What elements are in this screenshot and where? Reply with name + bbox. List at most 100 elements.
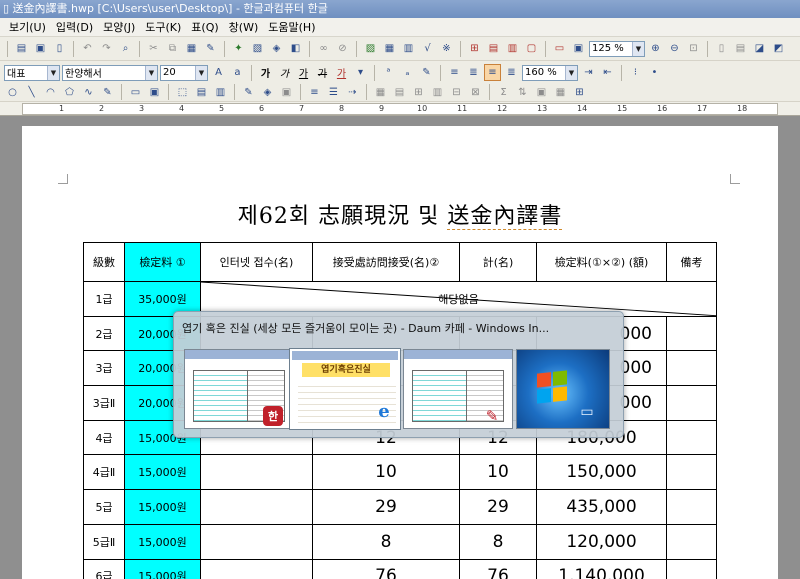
shape-icon[interactable]: ◧ [287,40,304,57]
copy-icon[interactable]: ⧉ [164,40,181,57]
cell-note[interactable] [666,454,717,491]
cell-visit[interactable]: 29 [312,489,460,525]
ungroup-icon[interactable]: ▥ [212,84,229,101]
fit-page-icon[interactable]: ⊡ [685,40,702,57]
shrink-font-icon[interactable]: a [229,64,246,81]
macro-icon[interactable]: ◪ [751,40,768,57]
zoom-select[interactable]: 125 % ▼ [589,40,645,57]
cell-grade[interactable]: 6급 [83,558,125,579]
header-note[interactable]: 備考 [666,242,717,282]
header-online[interactable]: 인터넷 접수(名) [200,242,313,282]
link-icon[interactable]: ∞ [315,40,332,57]
cell-grade[interactable]: 3급 [83,350,125,387]
line-color-icon[interactable]: ✎ [240,84,257,101]
footer-icon[interactable]: ▥ [504,40,521,57]
window-title-bar[interactable]: ▯ 送金內譯書.hwp [C:\Users\user\Desktop\] - 한… [0,0,800,18]
cell-visit[interactable]: 10 [312,454,460,491]
chevron-down-icon[interactable]: ▼ [632,41,644,56]
line-style-icon[interactable]: ≡ [306,84,323,101]
cell-total[interactable]: 8 [459,523,537,560]
symbol-icon[interactable]: ※ [438,40,455,57]
cell-note[interactable] [666,558,717,579]
strikethrough-icon[interactable]: 가 [314,64,331,81]
view-icon[interactable]: ▣ [570,40,587,57]
style-icon[interactable]: ✦ [230,40,247,57]
subscript-icon[interactable]: ₐ [399,64,416,81]
cell-fee[interactable]: 15,000원 [124,454,201,491]
cell-total[interactable]: 29 [459,489,537,525]
cell-note[interactable] [666,315,717,352]
cell-split-icon[interactable]: ▤ [391,84,408,101]
chevron-down-icon[interactable]: ▼ [565,65,577,80]
group-icon[interactable]: ▤ [193,84,210,101]
monitor-icon[interactable]: ▭ [551,40,568,57]
print-icon[interactable]: ▤ [13,40,30,57]
thumbnail-daum-cafe-window[interactable]: 엽기혹은진실 e [290,349,400,429]
cell-amount[interactable]: 1,140,000 [536,558,667,579]
cell-visit[interactable]: 76 [312,558,460,579]
superscript-icon[interactable]: ᵃ [380,64,397,81]
print-preview-icon[interactable]: ▣ [32,40,49,57]
calc-icon[interactable]: ▣ [533,84,550,101]
cell-fill-icon[interactable]: ▥ [429,84,446,101]
cell-fee[interactable]: 15,000원 [124,523,201,560]
thumbnail-hwp-window-1[interactable]: 한 [184,349,294,429]
cell-visit[interactable]: 8 [312,523,460,560]
font-color-icon[interactable]: 가 [333,64,350,81]
style-select[interactable]: 대표 ▼ [4,64,60,81]
header-fee[interactable]: 檢定料 ① [124,242,201,282]
header-amount[interactable]: 檢定料(①×②) (額) [536,242,667,282]
cell-grade[interactable]: 5급 [83,489,125,525]
polygon-icon[interactable]: ⬠ [61,84,78,101]
page-icon[interactable]: ▯ [51,40,68,57]
font-select[interactable]: 한양해서 ▼ [62,64,158,81]
bring-front-icon[interactable]: ▣ [278,84,295,101]
cell-amount[interactable]: 120,000 [536,523,667,560]
document-title[interactable]: 제62회 志願現況 및 送金內譯書 [22,198,778,230]
bold-icon[interactable]: 가 [257,64,274,81]
note-icon[interactable]: ▢ [523,40,540,57]
curve-icon[interactable]: ∿ [80,84,97,101]
cell-note[interactable] [666,489,717,525]
cell-amount[interactable]: 435,000 [536,489,667,525]
ellipse-icon[interactable]: ○ [4,84,21,101]
menu-help[interactable]: 도움말(H) [263,18,320,37]
cell-online[interactable] [200,454,313,491]
cut-icon[interactable]: ✂ [145,40,162,57]
format-copy-icon[interactable]: ✎ [202,40,219,57]
align-right-icon[interactable]: ≣ [503,64,520,81]
header-icon[interactable]: ▤ [485,40,502,57]
paste-icon[interactable]: ▦ [183,40,200,57]
chart-icon[interactable]: ▥ [400,40,417,57]
cell-note[interactable] [666,523,717,560]
indent-icon[interactable]: ⇥ [580,64,597,81]
more-format-icon[interactable]: ▾ [352,64,369,81]
arc-icon[interactable]: ◠ [42,84,59,101]
pencil-icon[interactable]: ✎ [99,84,116,101]
chevron-down-icon[interactable]: ▼ [195,65,207,80]
thumbnail-hwp-window-2[interactable]: ✎ [403,349,513,429]
undo-icon[interactable]: ↶ [79,40,96,57]
line-icon[interactable]: ╲ [23,84,40,101]
cell-online[interactable] [200,558,313,579]
sort-icon[interactable]: ⇅ [514,84,531,101]
highlight-icon[interactable]: ✎ [418,64,435,81]
col-insert-icon[interactable]: ⊠ [467,84,484,101]
cell-merge-icon[interactable]: ▦ [372,84,389,101]
arrow-style-icon[interactable]: ⇢ [344,84,361,101]
numbering-icon[interactable]: ⁝ [627,64,644,81]
zoom-out-icon[interactable]: ⊖ [666,40,683,57]
line-width-icon[interactable]: ☰ [325,84,342,101]
chevron-down-icon[interactable]: ▼ [145,65,157,80]
grow-font-icon[interactable]: A [210,64,227,81]
italic-icon[interactable]: 가 [276,64,293,81]
cell-note[interactable] [666,350,717,387]
justify-icon[interactable]: ≡ [446,64,463,81]
cell-fee[interactable]: 15,000원 [124,558,201,579]
bullet-icon[interactable]: • [646,64,663,81]
table-props-icon[interactable]: ▦ [552,84,569,101]
menu-insert[interactable]: 입력(D) [51,18,98,37]
cell-amount[interactable]: 150,000 [536,454,667,491]
formula-sum-icon[interactable]: Σ [495,84,512,101]
unlink-icon[interactable]: ⊘ [334,40,351,57]
